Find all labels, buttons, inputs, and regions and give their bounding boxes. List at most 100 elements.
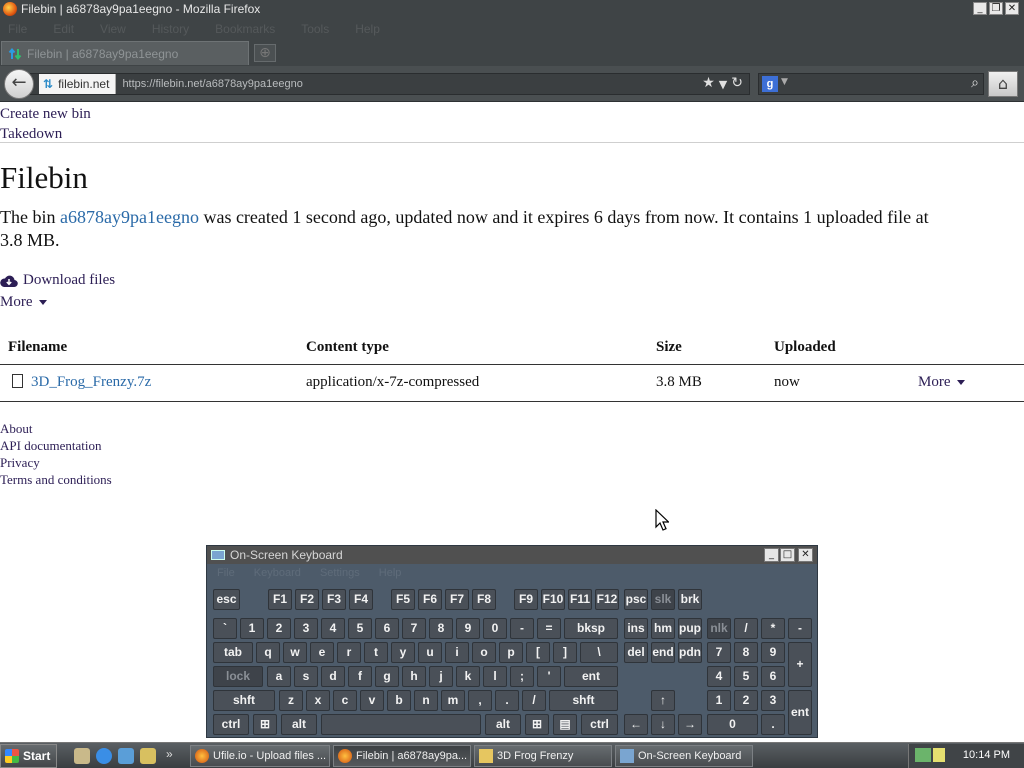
osk-key-F12[interactable]: F12 — [595, 589, 619, 610]
osk-key-▤[interactable]: ▤ — [553, 714, 577, 735]
site-identity-button[interactable]: ⇅ filebin.net — [39, 74, 117, 94]
osk-key-5[interactable]: 5 — [348, 618, 372, 639]
row-more-dropdown[interactable]: More — [918, 374, 965, 390]
osk-menu-file[interactable]: File — [217, 567, 235, 579]
osk-key--[interactable]: - — [788, 618, 812, 639]
taskbar-osk[interactable]: On-Screen Keyboard — [615, 745, 753, 767]
osk-key-F4[interactable]: F4 — [349, 589, 373, 610]
osk-key-.[interactable]: . — [495, 690, 519, 711]
osk-key-3[interactable]: 3 — [294, 618, 318, 639]
osk-key-0[interactable]: 0 — [707, 714, 758, 735]
osk-key-6[interactable]: 6 — [375, 618, 399, 639]
osk-key-g[interactable]: g — [375, 666, 399, 687]
osk-key-F8[interactable]: F8 — [472, 589, 496, 610]
close-button[interactable]: ✕ — [1005, 2, 1019, 15]
menu-view[interactable]: View — [100, 22, 126, 36]
taskbar-filebin[interactable]: Filebin | a6878ay9pa... — [333, 745, 471, 767]
osk-key-⊞[interactable]: ⊞ — [525, 714, 549, 735]
osk-key-F6[interactable]: F6 — [418, 589, 442, 610]
search-engine-dropdown-icon[interactable]: ▼ — [781, 77, 788, 87]
osk-key-[[interactable]: [ — [526, 642, 550, 663]
osk-key-\[interactable]: \ — [580, 642, 618, 663]
security-tray-icon[interactable] — [933, 748, 945, 762]
osk-key-F3[interactable]: F3 — [322, 589, 346, 610]
osk-key-F7[interactable]: F7 — [445, 589, 469, 610]
osk-key-n[interactable]: n — [414, 690, 438, 711]
osk-key-/[interactable]: / — [734, 618, 758, 639]
osk-key-tab[interactable]: tab — [213, 642, 253, 663]
osk-key-end[interactable]: end — [651, 642, 675, 663]
osk-key-r[interactable]: r — [337, 642, 361, 663]
reload-icon[interactable]: ↻ — [731, 75, 743, 94]
osk-key-del[interactable]: del — [624, 642, 648, 663]
menu-help[interactable]: Help — [355, 22, 380, 36]
osk-key-F11[interactable]: F11 — [568, 589, 592, 610]
home-button[interactable]: ⌂ — [988, 71, 1018, 97]
osk-menu-settings[interactable]: Settings — [320, 567, 360, 579]
file-link[interactable]: 3D_Frog_Frenzy.7z — [31, 374, 151, 390]
osk-menu-keyboard[interactable]: Keyboard — [254, 567, 301, 579]
osk-key-o[interactable]: o — [472, 642, 496, 663]
osk-key-F10[interactable]: F10 — [541, 589, 565, 610]
outlook-icon[interactable] — [118, 748, 134, 764]
osk-key-;[interactable]: ; — [510, 666, 534, 687]
takedown-link[interactable]: Takedown — [0, 124, 91, 144]
osk-key-F5[interactable]: F5 — [391, 589, 415, 610]
osk-key-←[interactable]: ← — [624, 714, 648, 735]
quicklaunch-chevron-icon[interactable]: » — [166, 747, 173, 761]
osk-key-shft[interactable]: shft — [213, 690, 275, 711]
osk-key-⊞[interactable]: ⊞ — [253, 714, 277, 735]
osk-key-5[interactable]: 5 — [734, 666, 758, 687]
osk-key-e[interactable]: e — [310, 642, 334, 663]
menu-tools[interactable]: Tools — [301, 22, 329, 36]
osk-key-bksp[interactable]: bksp — [564, 618, 618, 639]
osk-key-x[interactable]: x — [306, 690, 330, 711]
osk-key-1[interactable]: 1 — [240, 618, 264, 639]
osk-key-d[interactable]: d — [321, 666, 345, 687]
menu-bookmarks[interactable]: Bookmarks — [215, 22, 275, 36]
network-tray-icon[interactable] — [915, 748, 931, 762]
osk-key-2[interactable]: 2 — [267, 618, 291, 639]
osk-key-4[interactable]: 4 — [707, 666, 731, 687]
explorer-search-icon[interactable] — [140, 748, 156, 764]
osk-key-u[interactable]: u — [418, 642, 442, 663]
osk-minimize-button[interactable]: _ — [764, 548, 779, 562]
search-magnifier-icon[interactable]: ⌕ — [971, 75, 979, 91]
show-desktop-icon[interactable] — [74, 748, 90, 764]
menu-history[interactable]: History — [152, 22, 189, 36]
osk-key-lock[interactable]: lock — [213, 666, 263, 687]
osk-key-h[interactable]: h — [402, 666, 426, 687]
osk-key-q[interactable]: q — [256, 642, 280, 663]
osk-key-/[interactable]: / — [522, 690, 546, 711]
osk-key-4[interactable]: 4 — [321, 618, 345, 639]
maximize-button[interactable]: ❐ — [989, 2, 1003, 15]
osk-key-*[interactable]: * — [761, 618, 785, 639]
osk-key-8[interactable]: 8 — [429, 618, 453, 639]
terms-link[interactable]: Terms and conditions — [0, 471, 112, 488]
osk-key-F2[interactable]: F2 — [295, 589, 319, 610]
new-tab-button[interactable]: ⊕ — [254, 44, 276, 62]
osk-key-ent[interactable]: ent — [788, 690, 812, 735]
menu-edit[interactable]: Edit — [53, 22, 74, 36]
osk-key-s[interactable]: s — [294, 666, 318, 687]
osk-key-↓[interactable]: ↓ — [651, 714, 675, 735]
osk-key-alt[interactable]: alt — [485, 714, 521, 735]
osk-key-shft[interactable]: shft — [549, 690, 618, 711]
osk-key-nlk[interactable]: nlk — [707, 618, 731, 639]
osk-key-F9[interactable]: F9 — [514, 589, 538, 610]
osk-key-,[interactable]: , — [468, 690, 492, 711]
osk-key-c[interactable]: c — [333, 690, 357, 711]
osk-key-ctrl[interactable]: ctrl — [213, 714, 249, 735]
google-engine-icon[interactable]: g — [762, 76, 778, 92]
osk-key-8[interactable]: 8 — [734, 642, 758, 663]
osk-key-z[interactable]: z — [279, 690, 303, 711]
download-files-link[interactable]: Download files — [0, 272, 115, 289]
back-button[interactable]: ← — [4, 69, 34, 99]
osk-key-=[interactable]: = — [537, 618, 561, 639]
osk-key-v[interactable]: v — [360, 690, 384, 711]
search-input[interactable] — [793, 76, 953, 92]
start-button[interactable]: Start — [0, 744, 57, 768]
osk-key-f[interactable]: f — [348, 666, 372, 687]
osk-key-k[interactable]: k — [456, 666, 480, 687]
about-link[interactable]: About — [0, 420, 112, 437]
